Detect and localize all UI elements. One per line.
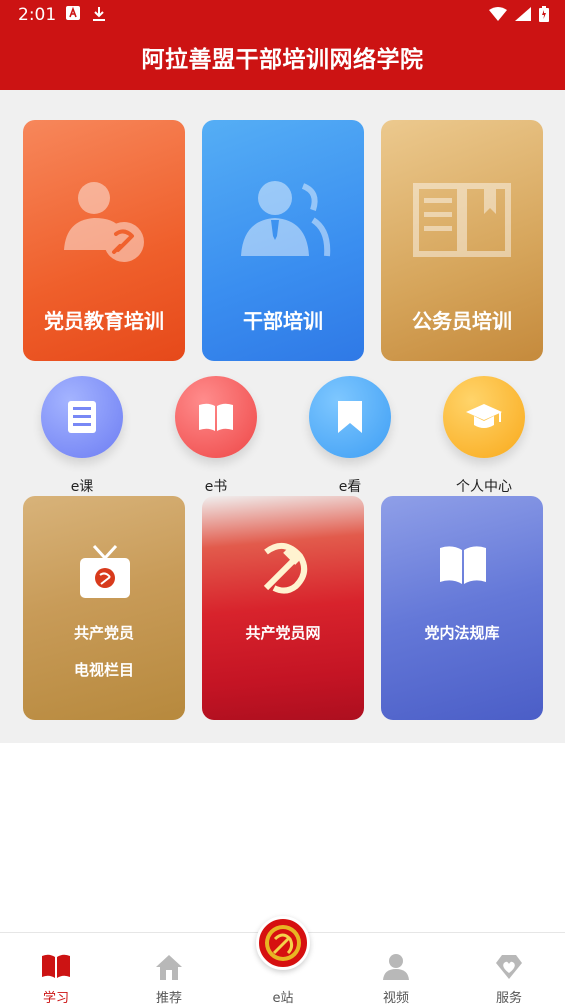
quick-link-circle[interactable] [443, 376, 525, 458]
quick-link-circle[interactable] [175, 376, 257, 458]
quick-link-label: e书 [204, 479, 228, 495]
wifi-icon [489, 7, 507, 21]
quick-link-personal-center[interactable]: 个人中心 [434, 376, 534, 496]
graduation-cap-icon [466, 404, 502, 428]
tv-icon [80, 544, 130, 598]
nav-label: e站 [272, 991, 294, 1004]
tile-title: 共产党员 [73, 624, 134, 642]
card-cadre-training[interactable]: 干部培训 [202, 120, 364, 361]
quick-link-e-course[interactable]: e课 [32, 376, 132, 496]
course-list-icon [68, 401, 96, 433]
open-book-icon [440, 546, 486, 584]
quick-link-circle[interactable] [41, 376, 123, 458]
quick-link-label: 个人中心 [456, 479, 512, 495]
tile-party-tv[interactable]: 共产党员 电视栏目 [23, 496, 185, 720]
download-icon [93, 7, 105, 21]
main-content: 党员教育培训 干部培训 公务员培训 e课 e书 e看 个人中心 共产党员 电视栏… [0, 90, 565, 743]
nav-item-study[interactable]: 学习 [16, 943, 96, 1004]
nav-label: 推荐 [155, 991, 182, 1004]
tile-title: 共产党员网 [245, 624, 321, 642]
home-icon [156, 955, 182, 980]
battery-icon [539, 6, 549, 22]
hammer-sickle-icon [263, 543, 308, 594]
nav-item-video[interactable]: 视频 [356, 943, 436, 1004]
card-label: 干部培训 [243, 309, 323, 333]
nav-item-service[interactable]: 服务 [469, 943, 549, 1004]
status-bar: 2:01 [0, 0, 565, 30]
nav-label: 服务 [495, 991, 522, 1004]
party-emblem-icon [265, 925, 301, 961]
quick-link-label: e看 [338, 479, 362, 495]
notification-a-icon [66, 6, 80, 20]
nav-label: 视频 [382, 991, 409, 1004]
tile-party-regulations[interactable]: 党内法规库 [381, 496, 543, 720]
quick-link-e-book[interactable]: e书 [166, 376, 266, 496]
nav-label: 学习 [42, 991, 69, 1004]
book-icon [199, 403, 233, 431]
tile-title: 党内法规库 [424, 624, 500, 642]
bookmark-icon [338, 401, 362, 433]
quick-link-e-watch[interactable]: e看 [300, 376, 400, 496]
card-label: 公务员培训 [412, 309, 512, 333]
page-title: 阿拉善盟干部培训网络学院 [141, 47, 424, 73]
card-civil-servant-training[interactable]: 公务员培训 [381, 120, 543, 361]
e-station-emblem-button[interactable] [256, 916, 310, 970]
nav-item-recommend[interactable]: 推荐 [129, 943, 209, 1004]
tile-party-network[interactable]: 共产党员网 [202, 496, 364, 720]
tile-subtitle: 电视栏目 [73, 661, 134, 679]
open-book-icon [413, 183, 511, 257]
quick-link-circle[interactable] [309, 376, 391, 458]
quick-link-label: e课 [70, 479, 94, 495]
status-time: 2:01 [18, 5, 57, 25]
party-member-icon [64, 182, 144, 262]
cadre-icon [241, 181, 331, 257]
card-party-member-training[interactable]: 党员教育培训 [23, 120, 185, 361]
card-label: 党员教育培训 [44, 309, 164, 333]
heart-badge-icon [496, 955, 522, 979]
app-header: 2:01 阿拉善盟干部培训网络学院 [0, 0, 565, 90]
user-icon [383, 954, 409, 980]
book-icon [42, 954, 70, 978]
signal-icon [515, 7, 531, 21]
